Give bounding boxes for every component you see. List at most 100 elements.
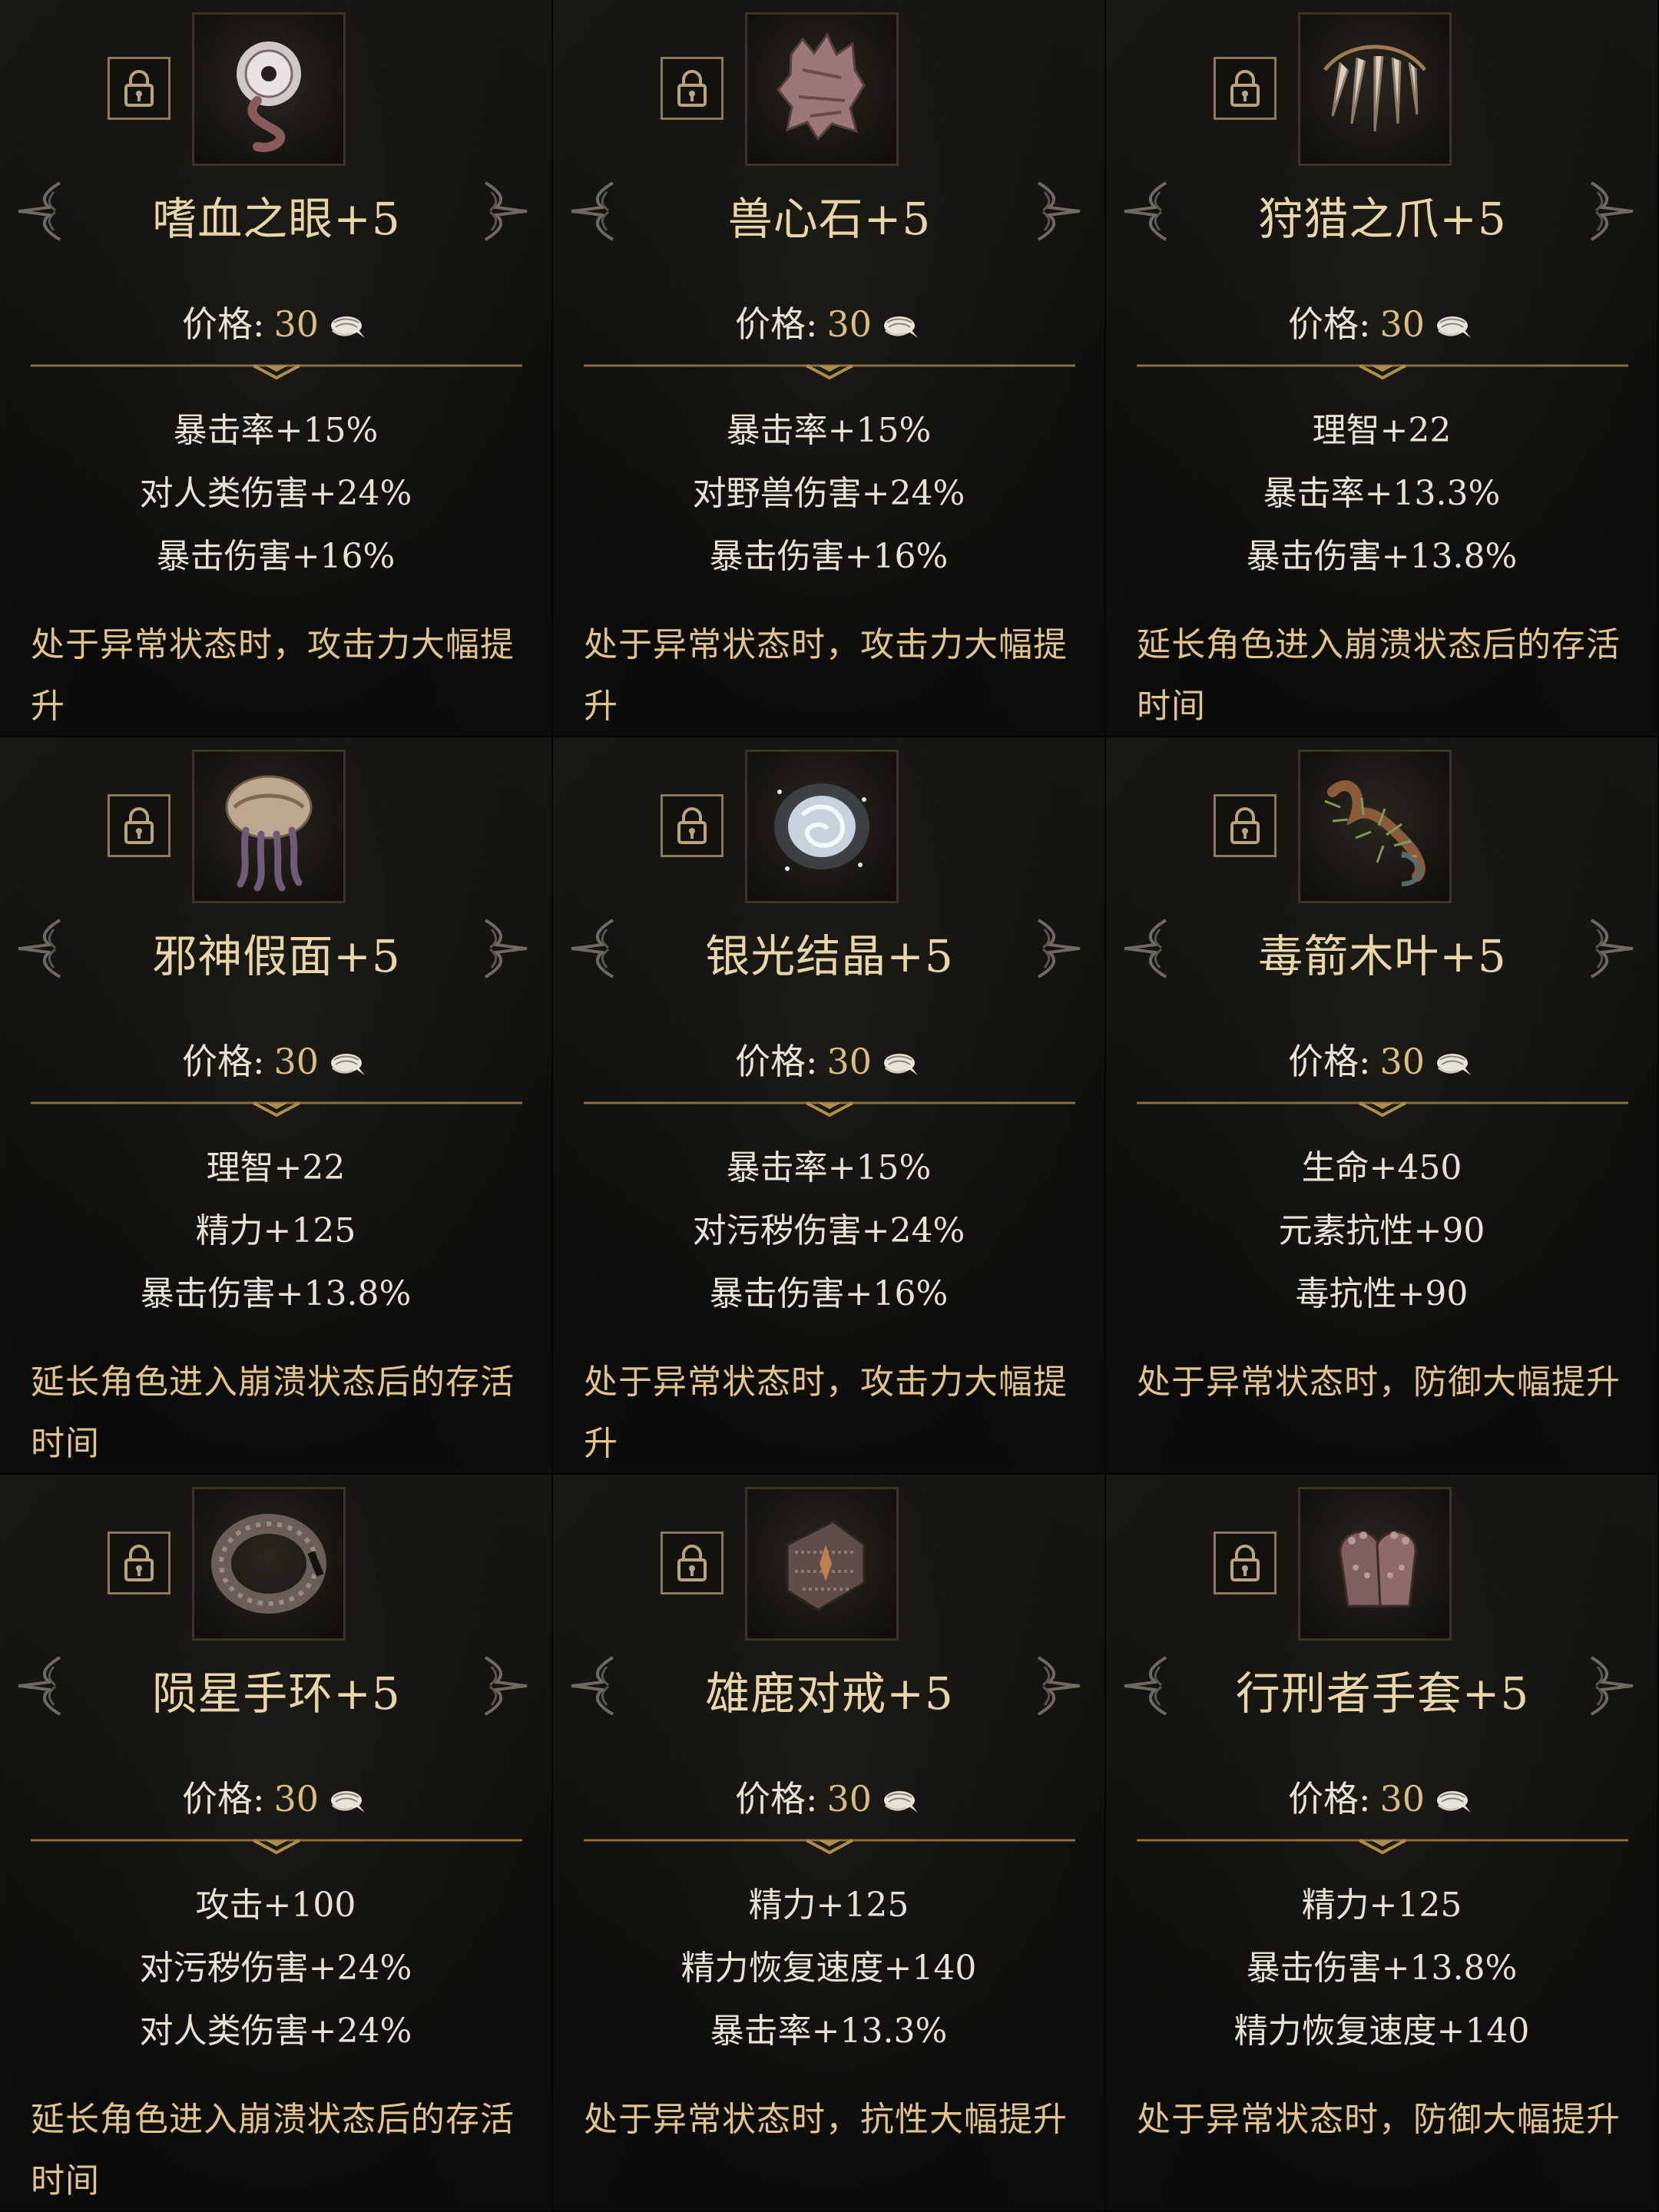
item-card-0[interactable]: 嗜血之眼+5 价格: 30 暴击率+15% 对人类伤害+24% 暴击伤害+16% 处于… (0, 0, 553, 737)
item-card-8[interactable]: 行刑者手套+5 价格: 30 精力+125 暴击伤害+13.8% 精力恢复速度+140… (1106, 1475, 1659, 2212)
lock-button[interactable] (661, 57, 724, 120)
price-label: 价格: (1287, 1041, 1371, 1082)
item-icon-frame[interactable] (745, 750, 899, 903)
price-label: 价格: (181, 1041, 265, 1082)
meteor-bracelet-icon (211, 1514, 326, 1614)
lock-button[interactable] (1214, 794, 1277, 857)
silver-crystal-icon (774, 783, 869, 871)
lock-button[interactable] (108, 794, 171, 857)
poison-leaf-icon (1324, 780, 1426, 886)
lock-icon (677, 1545, 707, 1581)
ornament-right-icon (1590, 181, 1634, 241)
lock-button[interactable] (661, 794, 724, 857)
divider (584, 1839, 1075, 1855)
price-label: 价格: (181, 1778, 265, 1820)
lock-button[interactable] (1214, 1532, 1277, 1594)
item-card-5[interactable]: 毒箭木叶+5 价格: 30 生命+450 元素抗性+90 毒抗性+90 处于异常状态时… (1106, 737, 1659, 1475)
item-name-row: 行刑者手套+5 (1106, 1644, 1657, 1728)
item-icon-frame[interactable] (1298, 750, 1452, 903)
price-row: 价格: 30 (0, 1034, 551, 1084)
stat-line: 对污秽伤害+24% (139, 1949, 412, 1988)
stat-line: 暴击伤害+13.8% (140, 1274, 412, 1313)
item-description: 处于异常状态时，防御大幅提升 (1137, 1363, 1621, 1402)
item-icon-frame[interactable] (192, 12, 346, 166)
item-card-1[interactable]: 兽心石+5 价格: 30 暴击率+15% 对野兽伤害+24% 暴击伤害+16% 处于异… (553, 0, 1106, 737)
item-name: 陨星手环+5 (152, 1667, 401, 1720)
item-icon-frame[interactable] (192, 750, 346, 903)
lock-button[interactable] (108, 57, 171, 120)
item-name: 雄鹿对戒+5 (705, 1667, 954, 1720)
stat-line: 攻击+100 (195, 1886, 356, 1925)
item-name: 嗜血之眼+5 (152, 193, 401, 245)
stat-list: 暴击率+15% 对污秽伤害+24% 暴击伤害+16% (553, 1137, 1104, 1326)
item-card-2[interactable]: 狩猎之爪+5 价格: 30 理智+22 暴击率+13.3% 暴击伤害+13.8% 延长… (1106, 0, 1659, 737)
stat-line: 暴击伤害+16% (709, 537, 949, 576)
item-name-row: 兽心石+5 (553, 169, 1104, 253)
price-row: 价格: 30 (1106, 1771, 1657, 1822)
lock-icon (124, 70, 154, 107)
tentacle-mask-icon (225, 775, 313, 892)
item-name-row: 狩猎之爪+5 (1106, 169, 1657, 253)
item-name-row: 陨星手环+5 (0, 1644, 551, 1728)
lock-icon (1230, 70, 1260, 107)
echo-currency-icon (331, 316, 366, 338)
price-value: 30 (1379, 1041, 1426, 1082)
ornament-right-icon (1037, 919, 1081, 979)
lock-icon (1230, 807, 1260, 844)
divider (584, 364, 1075, 380)
lock-button[interactable] (661, 1532, 724, 1594)
echo-currency-icon (331, 1791, 366, 1813)
item-card-6[interactable]: 陨星手环+5 价格: 30 攻击+100 对污秽伤害+24% 对人类伤害+24% 延长… (0, 1475, 553, 2212)
divider (31, 364, 522, 380)
item-icon-frame[interactable] (1298, 1487, 1452, 1641)
stat-list: 暴击率+15% 对人类伤害+24% 暴击伤害+16% (0, 399, 551, 588)
ornament-right-icon (484, 1656, 528, 1716)
item-name: 狩猎之爪+5 (1258, 193, 1507, 245)
item-name-row: 邪神假面+5 (0, 906, 551, 991)
price-value: 30 (273, 1041, 320, 1082)
stat-list: 暴击率+15% 对野兽伤害+24% 暴击伤害+16% (553, 399, 1104, 588)
price-value: 30 (1379, 1778, 1426, 1820)
item-name-row: 雄鹿对戒+5 (553, 1644, 1104, 1728)
price-row: 价格: 30 (553, 1771, 1104, 1822)
item-icon-frame[interactable] (192, 1487, 346, 1641)
price-label: 价格: (734, 303, 818, 345)
lock-button[interactable] (1214, 57, 1277, 120)
item-description: 处于异常状态时，攻击力大幅提升 (584, 1363, 1068, 1463)
item-icon-frame[interactable] (745, 1487, 899, 1641)
stat-line: 对人类伤害+24% (139, 474, 412, 513)
lock-button[interactable] (108, 1532, 171, 1594)
divider (31, 1101, 522, 1118)
echo-currency-icon (884, 1791, 919, 1813)
stat-list: 生命+450 元素抗性+90 毒抗性+90 (1106, 1137, 1657, 1326)
item-card-4[interactable]: 银光结晶+5 价格: 30 暴击率+15% 对污秽伤害+24% 暴击伤害+16% 处于… (553, 737, 1106, 1475)
price-label: 价格: (1287, 1778, 1371, 1820)
item-icon-frame[interactable] (745, 12, 899, 166)
item-description: 处于异常状态时，攻击力大幅提升 (584, 625, 1068, 726)
item-description: 延长角色进入崩溃状态后的存活时间 (31, 1363, 515, 1463)
item-card-3[interactable]: 邪神假面+5 价格: 30 理智+22 精力+125 暴击伤害+13.8% 延长角色进… (0, 737, 553, 1475)
stag-ring-icon (786, 1520, 866, 1611)
lock-icon (124, 807, 154, 844)
item-icon-frame[interactable] (1298, 12, 1452, 166)
claw-necklace-icon (1323, 45, 1426, 132)
price-row: 价格: 30 (553, 1034, 1104, 1084)
item-description: 延长角色进入崩溃状态后的存活时间 (31, 2100, 515, 2200)
item-name-row: 嗜血之眼+5 (0, 169, 551, 253)
stat-line: 暴击伤害+16% (156, 537, 396, 576)
echo-currency-icon (1437, 1054, 1472, 1075)
stat-line: 暴击率+13.3% (1263, 474, 1501, 513)
stat-line: 精力+125 (748, 1886, 909, 1925)
item-card-7[interactable]: 雄鹿对戒+5 价格: 30 精力+125 精力恢复速度+140 暴击率+13.3% 处… (553, 1475, 1106, 2212)
divider (584, 1101, 1075, 1118)
echo-currency-icon (884, 316, 919, 338)
stat-line: 元素抗性+90 (1278, 1211, 1485, 1250)
stat-list: 理智+22 精力+125 暴击伤害+13.8% (0, 1137, 551, 1326)
stat-line: 对污秽伤害+24% (692, 1211, 965, 1250)
item-name: 兽心石+5 (727, 193, 932, 245)
stat-line: 暴击率+15% (173, 411, 379, 450)
price-value: 30 (826, 1778, 873, 1820)
lock-icon (124, 1545, 154, 1581)
stat-line: 精力恢复速度+140 (1233, 2012, 1530, 2051)
item-name: 银光结晶+5 (705, 930, 954, 982)
